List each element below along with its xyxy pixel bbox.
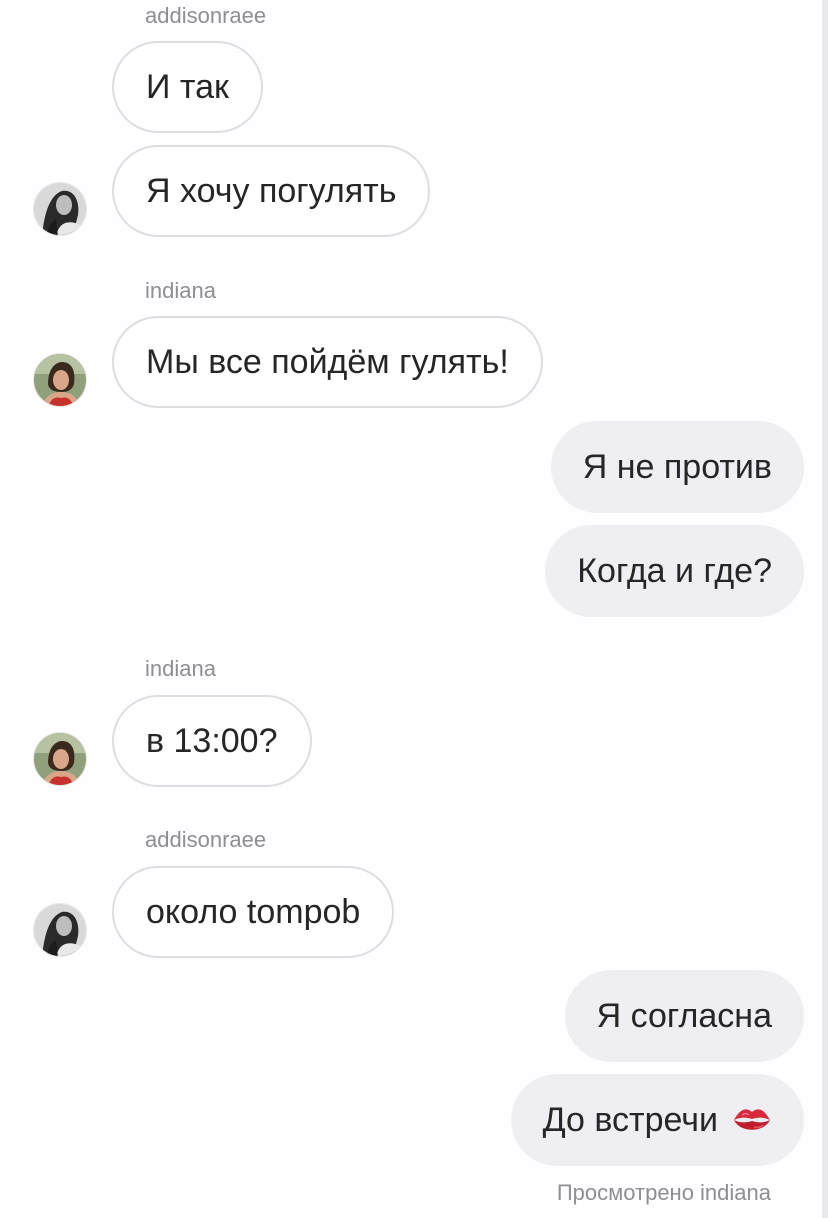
- message-bubble-outgoing[interactable]: Я согласна: [564, 970, 804, 1062]
- message-bubble-incoming[interactable]: Я хочу погулять: [112, 145, 431, 237]
- avatar-indiana-icon[interactable]: [33, 353, 87, 407]
- message-text: Я хочу погулять: [146, 171, 397, 210]
- message-text: Я не против: [582, 447, 772, 486]
- kiss-lips-icon: [732, 1103, 772, 1137]
- sender-name: addisonraee: [145, 827, 267, 852]
- scrollbar-track[interactable]: [822, 0, 828, 1218]
- avatar-addisonraee-icon[interactable]: [33, 903, 87, 957]
- message-text: в 13:00?: [146, 721, 278, 760]
- message-bubble-incoming[interactable]: И так: [112, 41, 263, 133]
- message-text: До встречи: [542, 1100, 718, 1139]
- sender-name: addisonraee: [145, 3, 267, 28]
- message-bubble-outgoing[interactable]: Я не против: [550, 421, 804, 513]
- message-text: около tompob: [146, 892, 361, 931]
- sender-name: indiana: [145, 656, 216, 681]
- message-bubble-outgoing[interactable]: Когда и где?: [545, 525, 804, 617]
- avatar-indiana-icon[interactable]: [33, 732, 87, 786]
- message-bubble-incoming[interactable]: около tompob: [112, 866, 395, 958]
- message-bubble-incoming[interactable]: Мы все пойдём гулять!: [112, 316, 543, 408]
- sender-name: indiana: [145, 278, 216, 303]
- message-text: Мы все пойдём гулять!: [146, 342, 509, 381]
- message-bubble-outgoing[interactable]: До встречи: [510, 1074, 804, 1166]
- message-bubble-incoming[interactable]: в 13:00?: [112, 695, 312, 787]
- chat-thread[interactable]: addisonraee И так Я хочу погулять indian…: [0, 0, 822, 1218]
- message-text: Я согласна: [596, 996, 772, 1035]
- seen-status: Просмотрено indiana: [556, 1180, 771, 1205]
- avatar-addisonraee-icon[interactable]: [33, 182, 87, 236]
- message-text: И так: [146, 67, 229, 106]
- message-text: Когда и где?: [577, 551, 772, 590]
